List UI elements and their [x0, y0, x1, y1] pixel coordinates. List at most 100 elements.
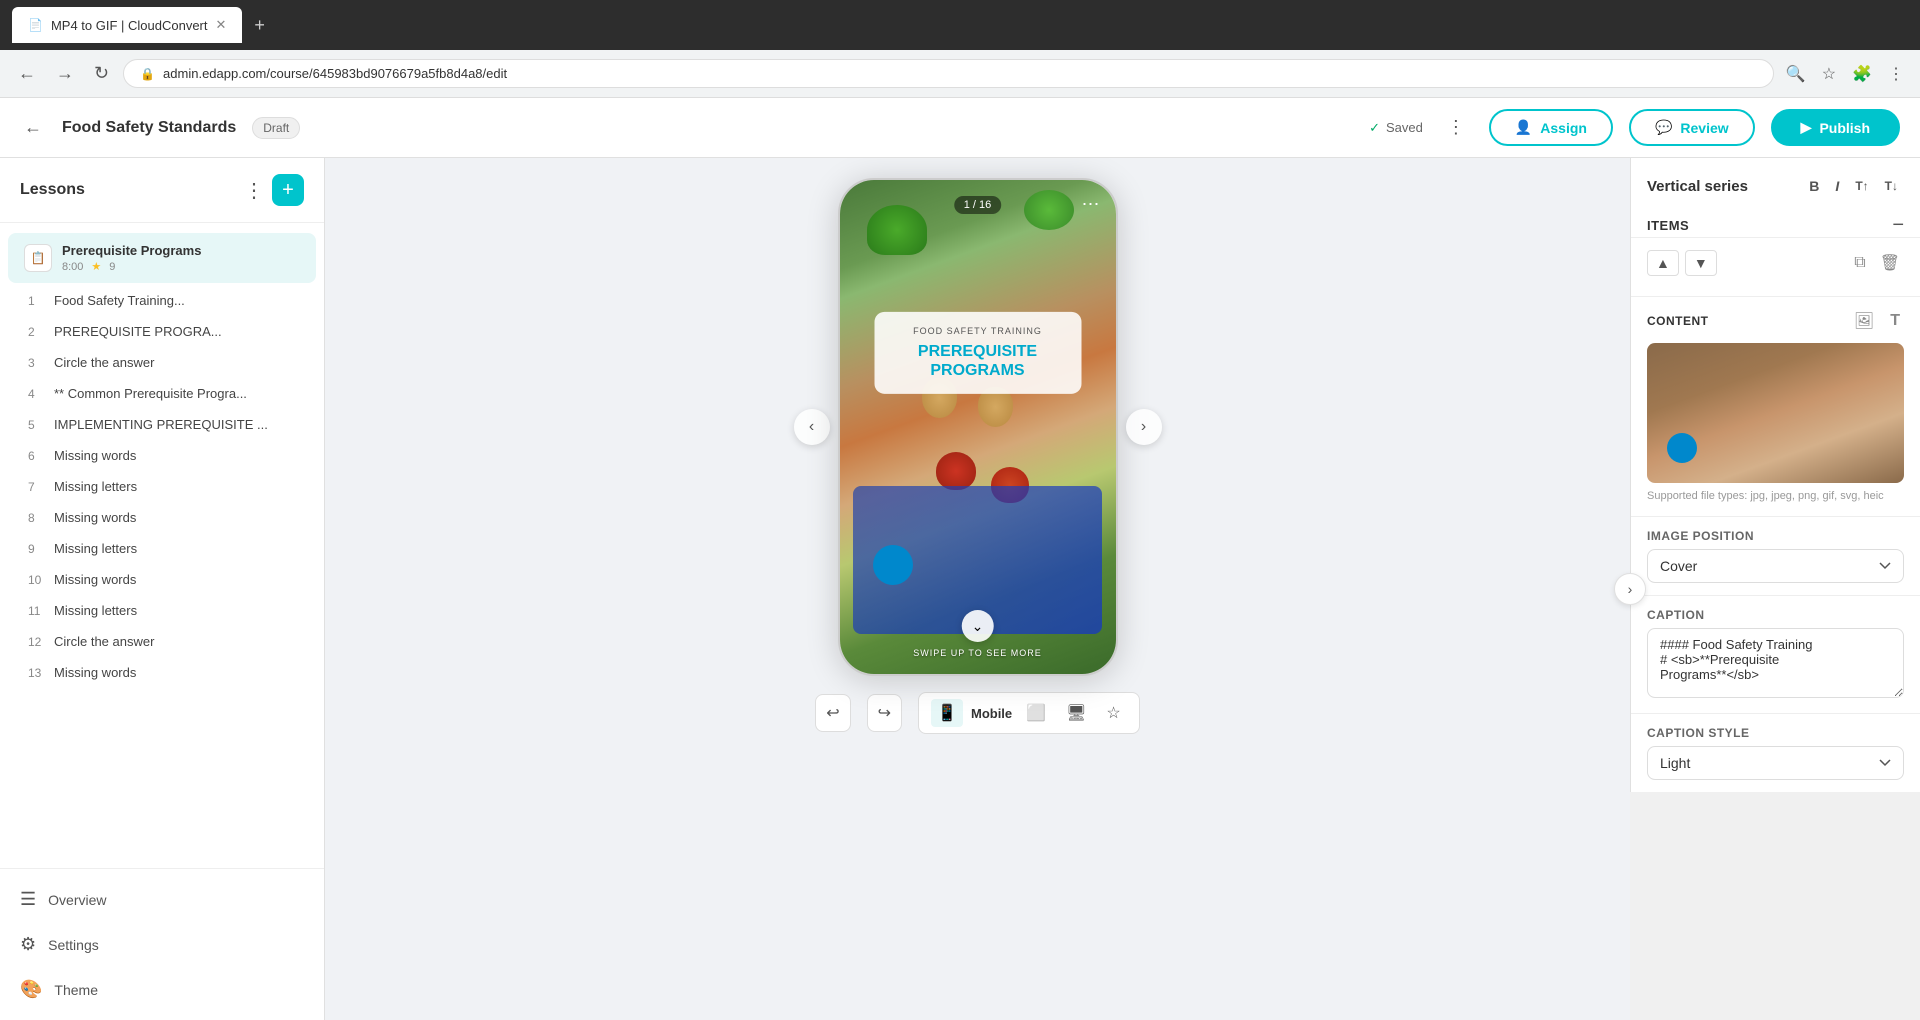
view-label: Mobile: [971, 706, 1012, 721]
star-icon: ★: [91, 260, 101, 273]
panel-toggle-btn[interactable]: ›: [1614, 573, 1646, 605]
sidebar-header: Lessons ⋮ +: [0, 158, 324, 223]
item-down-btn[interactable]: ▼: [1685, 250, 1717, 276]
assign-icon: 👤: [1515, 119, 1532, 136]
new-tab-btn[interactable]: +: [254, 15, 265, 36]
bold-btn[interactable]: B: [1803, 174, 1825, 198]
sidebar-nav-theme-label: Theme: [54, 982, 98, 998]
slide-options-btn[interactable]: ⋯: [1082, 194, 1100, 215]
sidebar-actions: ⋮ +: [244, 174, 304, 206]
bookmark-icon[interactable]: ☆: [1818, 60, 1840, 88]
panel-format-btns: B I T↑ T↓: [1803, 174, 1904, 198]
tab-label: MP4 to GIF | CloudConvert: [51, 18, 208, 33]
undo-btn[interactable]: ↩: [815, 694, 850, 732]
sidebar-nav-theme[interactable]: 🎨 Theme: [0, 967, 324, 1012]
caption-style-select[interactable]: Light Dark None: [1647, 746, 1904, 780]
item-delete-btn[interactable]: 🗑: [1876, 251, 1904, 275]
text-down-btn[interactable]: T↓: [1879, 174, 1904, 198]
active-tab[interactable]: 📄 MP4 to GIF | CloudConvert ✕: [12, 7, 242, 43]
swipe-hint: ⌄ SWIPE UP TO SEE MORE: [913, 610, 1042, 658]
caption-label: CAPTION: [1647, 608, 1904, 622]
image-preview[interactable]: [1647, 343, 1904, 483]
caption-textarea[interactable]: #### Food Safety Training # <sb>**Prereq…: [1647, 628, 1904, 698]
slide-label-4: ** Common Prerequisite Progra...: [54, 386, 247, 401]
content-text-btn[interactable]: T: [1886, 309, 1904, 333]
nav-forward-btn[interactable]: →: [50, 59, 80, 88]
header-back-btn[interactable]: ←: [20, 113, 46, 142]
star-view-btn[interactable]: ☆: [1100, 699, 1126, 727]
lock-icon: 🔒: [140, 67, 155, 81]
slide-item-7[interactable]: 7 Missing letters: [0, 471, 324, 502]
saved-indicator: ✓ Saved: [1369, 120, 1423, 136]
item-up-btn[interactable]: ▲: [1647, 250, 1679, 276]
swipe-text: SWIPE UP TO SEE MORE: [913, 648, 1042, 658]
slide-label-7: Missing letters: [54, 479, 137, 494]
slide-item-8[interactable]: 8 Missing words: [0, 502, 324, 533]
content-image-btn[interactable]: 🖼: [1850, 309, 1878, 333]
content-section: CONTENT 🖼 T Supported file types: jpg, j…: [1631, 296, 1920, 516]
canvas-toolbar: ↩ ↪ 📱 Mobile ⬜ 🖥 ☆: [815, 692, 1139, 734]
items-nav-section: ▲ ▼ ⧉ 🗑: [1631, 237, 1920, 296]
caption-subtitle: FOOD SAFETY TRAINING: [890, 326, 1065, 336]
panel-header: Vertical series B I T↑ T↓: [1631, 158, 1920, 206]
overview-icon: ☰: [20, 889, 36, 910]
slide-item-6[interactable]: 6 Missing words: [0, 440, 324, 471]
slide-label-9: Missing letters: [54, 541, 137, 556]
slide-item-3[interactable]: 3 Circle the answer: [0, 347, 324, 378]
slide-indicator: 1 / 16: [954, 196, 1002, 214]
sidebar-add-btn[interactable]: +: [272, 174, 304, 206]
swipe-down-btn[interactable]: ⌄: [962, 610, 994, 642]
item-copy-btn[interactable]: ⧉: [1850, 252, 1869, 274]
slide-label-13: Missing words: [54, 665, 136, 680]
slide-item-1[interactable]: 1 Food Safety Training...: [0, 285, 324, 316]
publish-button[interactable]: ▶ Publish: [1771, 109, 1900, 146]
image-position-select[interactable]: Cover Contain Fill: [1647, 549, 1904, 583]
nav-reload-btn[interactable]: ↻: [88, 59, 115, 88]
text-up-btn[interactable]: T↑: [1849, 174, 1874, 198]
lesson-item-prerequisite[interactable]: 📋 Prerequisite Programs 8:00 ★ 9: [8, 233, 316, 283]
sidebar-nav-settings[interactable]: ⚙ Settings: [0, 922, 324, 967]
tablet-view-btn[interactable]: ⬜: [1020, 699, 1052, 727]
desktop-view-btn[interactable]: 🖥: [1060, 699, 1092, 727]
slide-item-13[interactable]: 13 Missing words: [0, 657, 324, 688]
url-bar[interactable]: 🔒 admin.edapp.com/course/645983bd9076679…: [123, 59, 1774, 88]
slide-item-2[interactable]: 2 PREREQUISITE PROGRA...: [0, 316, 324, 347]
slide-item-10[interactable]: 10 Missing words: [0, 564, 324, 595]
nav-back-btn[interactable]: ←: [12, 59, 42, 88]
phone-prev-btn[interactable]: ‹: [794, 409, 830, 445]
tab-close-btn[interactable]: ✕: [216, 17, 227, 33]
url-text: admin.edapp.com/course/645983bd9076679a5…: [163, 66, 1757, 81]
main-layout: Lessons ⋮ + 📋 Prerequisite Programs 8:00…: [0, 158, 1920, 1020]
image-position-label: IMAGE POSITION: [1647, 529, 1904, 543]
mobile-view-btn[interactable]: 📱: [931, 699, 963, 727]
assign-button[interactable]: 👤 Assign: [1489, 109, 1613, 146]
extensions-icon[interactable]: 🧩: [1848, 60, 1876, 88]
sidebar-nav-overview[interactable]: ☰ Overview: [0, 877, 324, 922]
phone-next-btn[interactable]: ›: [1126, 409, 1162, 445]
publish-label: Publish: [1819, 120, 1870, 136]
slide-item-4[interactable]: 4 ** Common Prerequisite Progra...: [0, 378, 324, 409]
slide-item-11[interactable]: 11 Missing letters: [0, 595, 324, 626]
image-position-section: IMAGE POSITION Cover Contain Fill: [1631, 516, 1920, 595]
menu-icon[interactable]: ⋮: [1884, 60, 1908, 88]
slide-item-5[interactable]: 5 IMPLEMENTING PREREQUISITE ...: [0, 409, 324, 440]
blue-circle: [873, 545, 913, 585]
items-title: Items: [1647, 218, 1689, 233]
sidebar-more-btn[interactable]: ⋮: [244, 174, 264, 206]
italic-btn[interactable]: I: [1829, 174, 1845, 198]
app-header: ← Food Safety Standards Draft ✓ Saved ⋮ …: [0, 98, 1920, 158]
items-minus-btn[interactable]: −: [1892, 214, 1904, 237]
content-actions: 🖼 T: [1850, 309, 1904, 333]
review-button[interactable]: 💬 Review: [1629, 109, 1755, 146]
slide-item-9[interactable]: 9 Missing letters: [0, 533, 324, 564]
items-nav: ▲ ▼ ⧉ 🗑: [1647, 250, 1904, 276]
slide-item-12[interactable]: 12 Circle the answer: [0, 626, 324, 657]
slide-label-10: Missing words: [54, 572, 136, 587]
saved-label: Saved: [1386, 120, 1423, 135]
header-more-btn[interactable]: ⋮: [1439, 113, 1473, 142]
publish-icon: ▶: [1801, 119, 1812, 136]
search-icon[interactable]: 🔍: [1782, 60, 1810, 88]
redo-btn[interactable]: ↪: [867, 694, 902, 732]
slide-label-2: PREREQUISITE PROGRA...: [54, 324, 222, 339]
phone-container: ‹ 1 /: [838, 178, 1118, 676]
